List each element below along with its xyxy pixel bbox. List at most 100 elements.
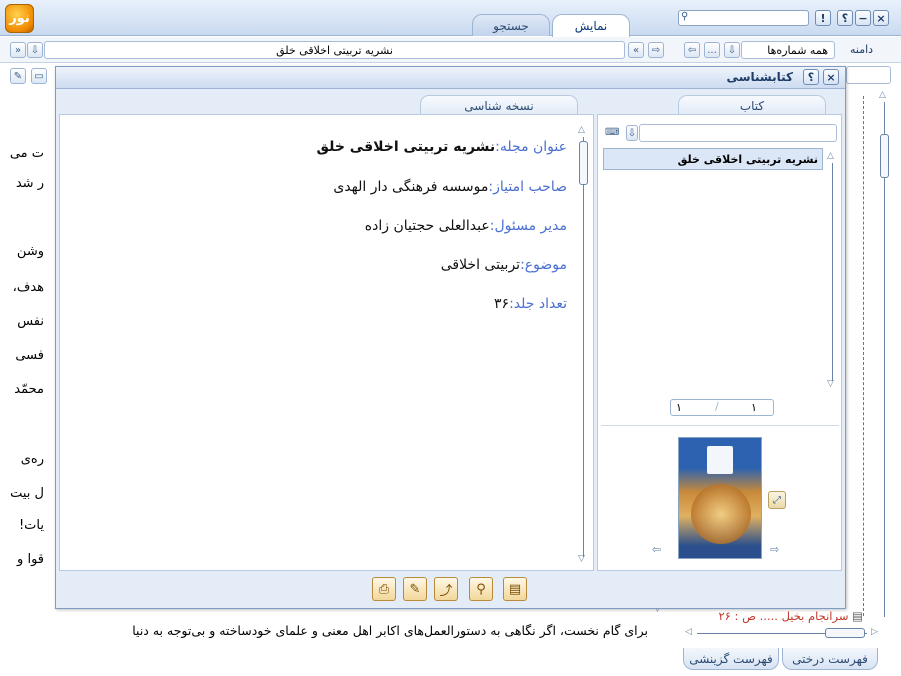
- minimize-button[interactable]: −: [855, 10, 871, 26]
- book-list-item[interactable]: نشریه تربیتی اخلاقی خلق: [603, 148, 823, 170]
- side-search-input[interactable]: [846, 66, 891, 84]
- arrow-down-icon: ⇩: [30, 44, 40, 56]
- navigation-bar: » ⇩ نشریه تربیتی اخلاقی خلق « ⇨ ⇦ ... ⇩ …: [0, 37, 901, 63]
- dialog-help-button[interactable]: ؟: [803, 69, 819, 85]
- note-button[interactable]: ▤: [503, 577, 527, 601]
- tab-book-label: کتاب: [739, 98, 765, 113]
- view-toggle-button[interactable]: ▭: [31, 68, 47, 84]
- nav-down-button[interactable]: ⇩: [27, 42, 43, 58]
- arrow-right-icon: ⇨: [651, 44, 661, 56]
- content-line: ل بیت: [10, 486, 44, 501]
- tab-search[interactable]: جستجو: [472, 14, 550, 36]
- tree-list-item[interactable]: ▤ سرانجام بخیل ..... ص : ۲۶: [683, 609, 863, 625]
- pager-current: ۱: [751, 401, 757, 414]
- warning-icon: !: [820, 11, 826, 25]
- prev-cover-button[interactable]: ⇦: [652, 543, 661, 556]
- tab-details-label: نسخه شناسی: [464, 98, 534, 113]
- app-logo-icon: نور: [5, 4, 34, 33]
- content-line: محمّد: [14, 382, 44, 397]
- pager[interactable]: ۱ / ۱: [670, 399, 774, 416]
- right-panel-scrollbar[interactable]: △: [878, 90, 890, 630]
- keyboard-icon[interactable]: ⌨: [605, 127, 619, 138]
- close-icon: ×: [826, 70, 836, 84]
- global-search-input[interactable]: ⚲: [678, 10, 809, 26]
- scroll-thumb[interactable]: [880, 134, 889, 178]
- minimize-icon: −: [858, 11, 868, 25]
- nav-forward-button[interactable]: »: [10, 42, 26, 58]
- pager-separator: /: [715, 400, 719, 413]
- content-line: ت می: [9, 146, 44, 161]
- book-panel: ⇩ ⌨ نشریه تربیتی اخلاقی خلق △ ▽ ۱ / ۱ ⤢ …: [597, 114, 842, 571]
- bibliography-dialog: کتابشناسی ؟ × نسخه شناسی عنوان مجله:نشری…: [55, 66, 846, 609]
- scope-more-button[interactable]: ...: [704, 42, 720, 58]
- nav-back-button[interactable]: «: [628, 42, 644, 58]
- detail-value: عبدالعلی حجتیان زاده: [364, 218, 490, 234]
- edit-icon: ✎: [409, 581, 421, 597]
- search-icon: ⚲: [681, 11, 689, 22]
- right-panel-hscrollbar[interactable]: ◁ ▷: [685, 627, 880, 639]
- tab-details[interactable]: نسخه شناسی: [420, 95, 578, 115]
- expand-icon: ⤢: [773, 494, 781, 506]
- tab-tree-index[interactable]: فهرست درختی: [782, 648, 878, 670]
- scroll-down-icon: ▽: [827, 379, 834, 389]
- detail-row-manager: مدیر مسئول:عبدالعلی حجتیان زاده: [365, 218, 567, 234]
- details-panel: عنوان مجله:نشریه تربیتی اخلاقی خلق صاحب …: [59, 114, 594, 571]
- scroll-track: [583, 137, 584, 557]
- tab-book[interactable]: کتاب: [678, 95, 826, 115]
- book-search-input[interactable]: [639, 124, 837, 142]
- tab-selective-index[interactable]: فهرست گزینشی: [683, 648, 779, 670]
- search-button[interactable]: ⚲: [469, 577, 493, 601]
- arrow-down-icon: ⇩: [727, 44, 737, 56]
- print-button[interactable]: ⎙: [372, 577, 396, 601]
- scroll-up-icon: △: [879, 90, 886, 100]
- detail-row-title: عنوان مجله:نشریه تربیتی اخلاقی خلق: [317, 139, 568, 155]
- print-icon: ⎙: [378, 581, 390, 597]
- content-line: قوا و: [17, 552, 44, 567]
- double-chevron-left-icon: «: [632, 44, 640, 56]
- settings-button[interactable]: ✎: [10, 68, 26, 84]
- dialog-title-bar: کتابشناسی ؟ ×: [56, 67, 845, 89]
- pager-total: ۱: [676, 401, 682, 414]
- detail-value: موسسه فرهنگی دار الهدی: [333, 179, 489, 195]
- content-line: نفس: [17, 314, 44, 329]
- detail-label: تعداد جلد:: [509, 296, 567, 312]
- zoom-cover-button[interactable]: ⤢: [768, 491, 786, 509]
- address-field[interactable]: نشریه تربیتی اخلاقی خلق: [44, 41, 625, 59]
- book-search-down-button[interactable]: ⇩: [626, 125, 638, 141]
- scope-dropdown-button[interactable]: ⇩: [724, 42, 740, 58]
- warning-button[interactable]: !: [815, 10, 831, 26]
- go-button[interactable]: ⇨: [648, 42, 664, 58]
- scroll-down-icon: ▽: [578, 554, 585, 564]
- scope-value: همه شماره‌ها: [767, 43, 828, 57]
- edit-button[interactable]: ✎: [403, 577, 427, 601]
- tab-display[interactable]: نمایش: [552, 14, 630, 37]
- next-cover-button[interactable]: ⇨: [770, 543, 779, 556]
- scroll-thumb[interactable]: [579, 141, 588, 185]
- cover-dome: [691, 484, 751, 544]
- address-text: نشریه تربیتی اخلاقی خلق: [276, 43, 393, 57]
- detail-row-subject: موضوع:تربیتی اخلاقی: [441, 257, 567, 273]
- arrow-left-icon: ⇦: [687, 44, 697, 56]
- tab-tree-index-label: فهرست درختی: [792, 651, 868, 666]
- dialog-close-button[interactable]: ×: [823, 69, 839, 85]
- content-line: ر شد: [15, 176, 44, 191]
- help-button[interactable]: ؟: [837, 10, 853, 26]
- content-line: فسی: [15, 348, 44, 363]
- scope-select[interactable]: همه شماره‌ها: [741, 41, 835, 59]
- book-list-item-label: نشریه تربیتی اخلاقی خلق: [677, 152, 818, 166]
- right-panel-divider: [863, 96, 864, 616]
- details-scrollbar[interactable]: △ ▽: [577, 125, 589, 565]
- double-chevron-icon: »: [14, 44, 22, 56]
- tab-display-label: نمایش: [574, 19, 608, 33]
- scroll-up-icon: △: [827, 151, 834, 161]
- content-line: هدف،: [12, 280, 44, 295]
- close-button[interactable]: ×: [873, 10, 889, 26]
- scope-prev-button[interactable]: ⇦: [684, 42, 700, 58]
- detail-row-volumes: تعداد جلد:۳۶: [494, 296, 567, 312]
- content-line: یات!: [18, 518, 44, 533]
- export-button[interactable]: ⤴: [434, 577, 458, 601]
- hscroll-thumb[interactable]: [825, 628, 865, 638]
- tree-list-item-label: سرانجام بخیل ..... ص : ۲۶: [718, 609, 849, 623]
- more-icon: ...: [707, 44, 717, 56]
- book-list-scrollbar[interactable]: △ ▽: [826, 151, 838, 391]
